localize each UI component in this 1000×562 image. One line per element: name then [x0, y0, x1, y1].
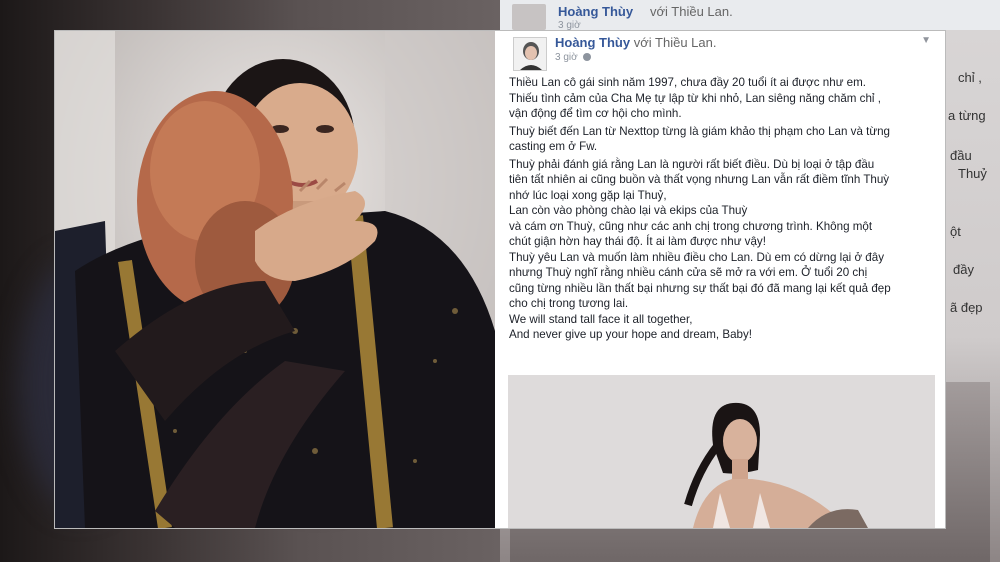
author-name-link[interactable]: Hoàng Thùy: [555, 35, 630, 50]
post-line: Thuỳ biết đến Lan từ Nexttop từng là giá…: [509, 124, 890, 138]
post-time-text[interactable]: 3 giờ: [555, 52, 578, 63]
post-body-text: Thiều Lan cô gái sinh năm 1997, chưa đầy…: [509, 75, 939, 343]
post-line: Thuỳ phải đánh giá rằng Lan là người rất…: [509, 157, 875, 171]
background-post-header: Hoàng Thùy với Thiều Lan. 3 giờ: [500, 0, 1000, 31]
background-avatar: [512, 4, 546, 30]
post-timestamp[interactable]: 3 giờ: [555, 52, 592, 63]
public-globe-icon: [583, 53, 592, 62]
post-line: nhớ lúc loại xong gặp lại Thuỷ,: [509, 188, 667, 202]
post-author-line: Hoàng Thùy với Thiều Lan.: [555, 35, 716, 50]
background-snippet: ã đẹp: [950, 300, 983, 315]
background-snippet: a từng: [948, 108, 986, 123]
background-snippet: ột: [950, 224, 961, 239]
background-author-name: Hoàng Thùy: [558, 4, 634, 19]
facebook-post: Hoàng Thùy với Thiều Lan. 3 giờ ▼ Thiều …: [505, 31, 945, 528]
avatar-image-icon: [514, 38, 546, 70]
background-snippet: đầu: [950, 148, 972, 163]
post-line: And never give up your hope and dream, B…: [509, 328, 752, 341]
post-line: chút giận hờn hay thái độ. Ít ai làm đượ…: [509, 235, 766, 248]
post-line: Lan còn vào phòng chào lại và ekips của …: [509, 204, 748, 217]
post-options-chevron-icon[interactable]: ▼: [921, 35, 931, 46]
model-photo-illustration: [508, 375, 935, 528]
post-line: Thiếu tình cảm của Cha Mẹ tự lập từ khi …: [509, 91, 881, 105]
post-line: cho chị trong tương lai.: [509, 297, 629, 310]
background-snippet: đầy: [953, 262, 974, 277]
hug-photo-illustration: [55, 31, 495, 528]
post-line: casting em ở Fw.: [509, 140, 598, 153]
post-line: Thuỳ yêu Lan và muốn làm nhiều điều cho …: [509, 250, 884, 264]
post-line: nhưng Thuỳ nghĩ rằng nhiều cánh cửa sẽ m…: [509, 266, 868, 279]
tagged-with-text[interactable]: với Thiều Lan.: [634, 35, 717, 50]
post-line: cũng từng nhiều lần thất bại nhưng sự th…: [509, 281, 891, 295]
hug-photo: [55, 31, 495, 528]
background-time: 3 giờ: [558, 20, 581, 31]
post-line: và cám ơn Thuỳ, cũng như các anh chị tro…: [509, 219, 873, 233]
background-snippet: Thuỷ: [958, 166, 987, 181]
post-line: vận động để tìm cơ hội cho mình.: [509, 107, 682, 120]
post-card: Hoàng Thùy với Thiều Lan. 3 giờ ▼ Thiều …: [55, 31, 945, 528]
background-with-text: với Thiều Lan.: [650, 4, 733, 19]
author-avatar[interactable]: [513, 37, 547, 71]
post-line: We will stand tall face it all together,: [509, 312, 693, 326]
post-line: Thiều Lan cô gái sinh năm 1997, chưa đầy…: [509, 76, 867, 89]
post-attached-photo[interactable]: [508, 375, 935, 528]
background-snippet: chỉ ,: [958, 70, 982, 85]
post-line: tiên tất nhiên ai cũng buồn và thất vọng…: [509, 173, 890, 186]
